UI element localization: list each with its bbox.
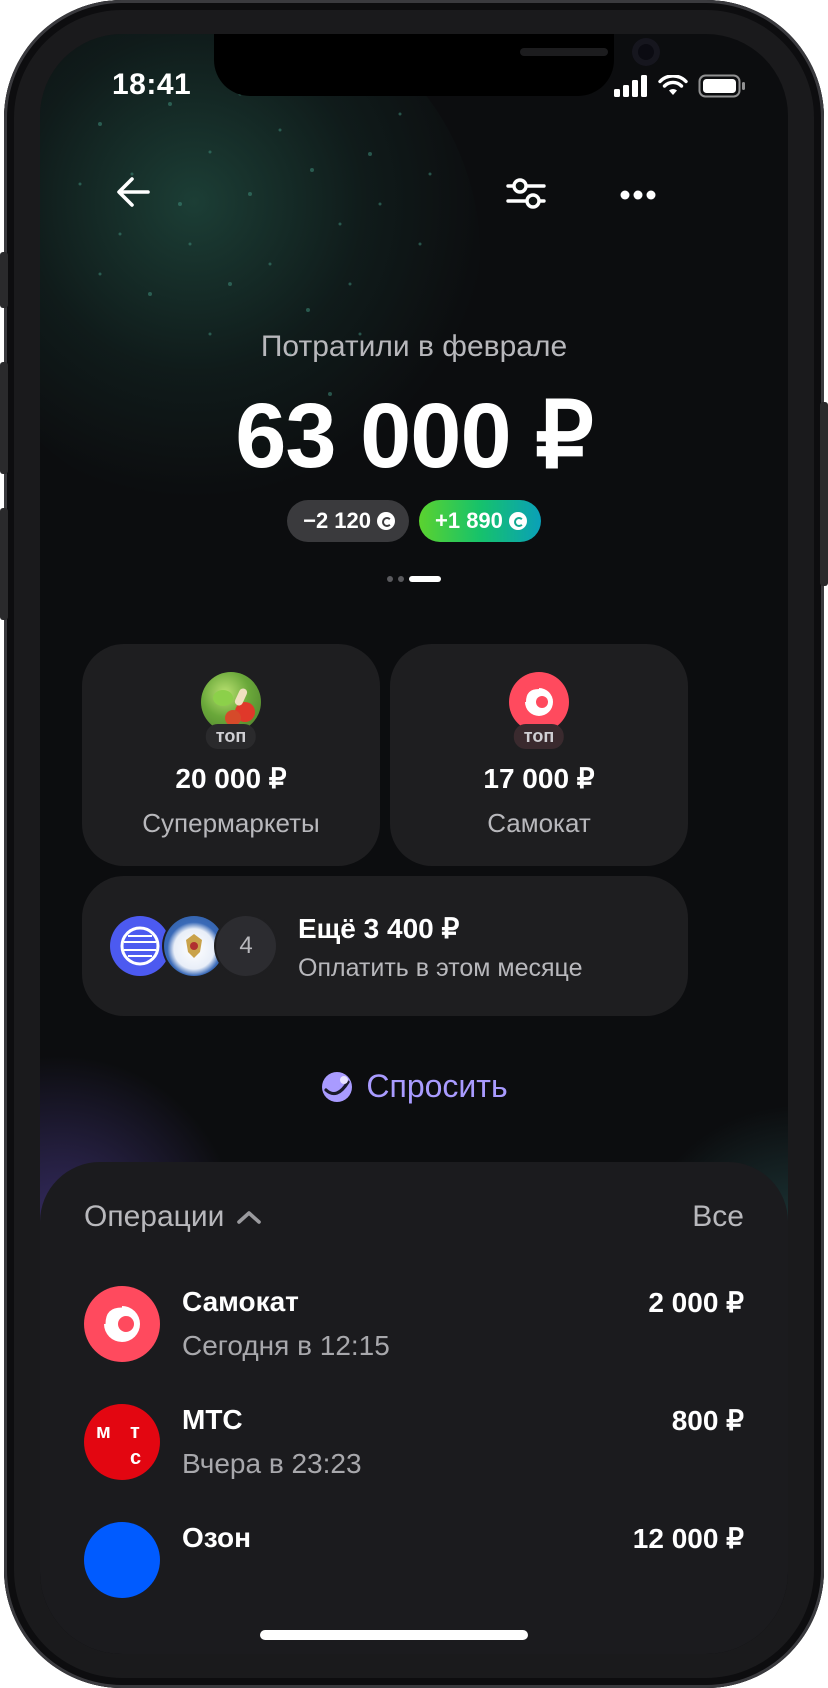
operation-row[interactable]: Самокат Сегодня в 12:15 2 000 ₽ xyxy=(84,1286,744,1366)
chip-value: +1 890 xyxy=(435,508,503,533)
merchant-label: Самокат xyxy=(487,808,591,838)
chevron-up-icon xyxy=(237,1211,262,1224)
operation-time: Сегодня в 12:15 xyxy=(182,1330,390,1361)
avatar-ring: 4 xyxy=(214,914,278,978)
operations-header: Операции Все xyxy=(84,1200,744,1234)
ozon-logo-icon xyxy=(84,1522,160,1598)
page-dot-active xyxy=(409,576,441,582)
spent-label: Потратили в феврале xyxy=(260,330,568,363)
status-icons xyxy=(614,74,746,98)
speaker xyxy=(520,48,608,56)
gazprom-logo-icon xyxy=(110,916,170,976)
screen: 18:41 Потратили в феврале 63 000 ₽ −2 12… xyxy=(40,34,788,1654)
page-indicator xyxy=(40,576,788,582)
svg-text:т: т xyxy=(130,1421,140,1443)
home-indicator[interactable] xyxy=(260,1630,528,1640)
battery-icon xyxy=(698,74,745,98)
more-icon[interactable] xyxy=(620,186,656,205)
notch xyxy=(214,34,660,96)
mute-switch xyxy=(0,252,8,308)
extra-count-badge: 4 xyxy=(216,916,276,976)
operations-sheet: Операции Все Самокат Сегодня в 12:15 2 0… xyxy=(40,1162,788,1654)
signal-icon xyxy=(614,75,647,97)
page-dot xyxy=(387,576,393,582)
operations-title: Операции xyxy=(84,1200,225,1233)
operation-amount: 800 ₽ xyxy=(671,1405,744,1436)
top-category-card-supermarkets[interactable]: топ 20 000 ₽ Супермаркеты xyxy=(82,644,380,866)
top-badge: топ xyxy=(513,724,565,749)
category-amount: 20 000 ₽ xyxy=(175,763,287,794)
bonus-coin-icon xyxy=(508,512,527,530)
vegetables-icon xyxy=(201,672,261,732)
mts-logo-icon: м т с xyxy=(84,1404,160,1480)
wifi-icon xyxy=(658,75,688,95)
assistant-icon xyxy=(322,1071,353,1102)
cashback-spent-chip[interactable]: −2 120 xyxy=(287,500,409,542)
operation-title: МТС xyxy=(182,1404,243,1435)
category-label: Супермаркеты xyxy=(142,808,320,838)
svg-text:с: с xyxy=(130,1447,141,1469)
top-badge: топ xyxy=(205,724,257,749)
operation-amount: 12 000 ₽ xyxy=(632,1523,744,1554)
operation-row[interactable]: м т с МТС Вчера в 23:23 800 ₽ xyxy=(84,1404,744,1484)
cashback-chips: −2 120 +1 890 xyxy=(40,500,788,542)
cashback-earned-chip[interactable]: +1 890 xyxy=(419,500,541,542)
merchant-amount: 17 000 ₽ xyxy=(483,763,595,794)
status-time: 18:41 xyxy=(112,68,192,101)
operations-toggle[interactable]: Операции xyxy=(84,1200,262,1234)
operation-title: Озон xyxy=(182,1522,252,1553)
samokat-logo-icon xyxy=(84,1286,160,1362)
svg-text:м: м xyxy=(96,1421,111,1443)
back-arrow-icon[interactable] xyxy=(116,176,150,212)
operation-time: Вчера в 23:23 xyxy=(182,1448,362,1479)
bonus-coin-icon xyxy=(377,512,395,530)
samokat-logo-icon xyxy=(509,672,569,732)
operation-row[interactable]: Озон 12 000 ₽ xyxy=(84,1522,744,1602)
top-merchant-card-samokat[interactable]: топ 17 000 ₽ Самокат xyxy=(390,644,688,866)
volume-up-button xyxy=(0,362,8,474)
page-dot xyxy=(398,576,404,582)
all-operations-link[interactable]: Все xyxy=(692,1200,744,1234)
power-button xyxy=(820,402,828,586)
spent-amount: 63 000 ₽ xyxy=(235,385,593,487)
upcoming-subtitle: Оплатить в этом месяце xyxy=(298,954,583,982)
upcoming-title: Ещё 3 400 ₽ xyxy=(298,913,460,944)
chip-value: −2 120 xyxy=(303,508,371,533)
front-camera xyxy=(632,38,660,66)
operation-amount: 2 000 ₽ xyxy=(648,1287,744,1318)
ask-label: Спросить xyxy=(366,1068,508,1104)
operation-title: Самокат xyxy=(182,1286,299,1317)
filter-sliders-icon[interactable] xyxy=(506,176,546,214)
upcoming-payments-card[interactable]: 4 Ещё 3 400 ₽ Оплатить в этом месяце xyxy=(82,876,688,1016)
ask-assistant-button[interactable]: Спросить xyxy=(40,1068,788,1105)
volume-down-button xyxy=(0,508,8,620)
